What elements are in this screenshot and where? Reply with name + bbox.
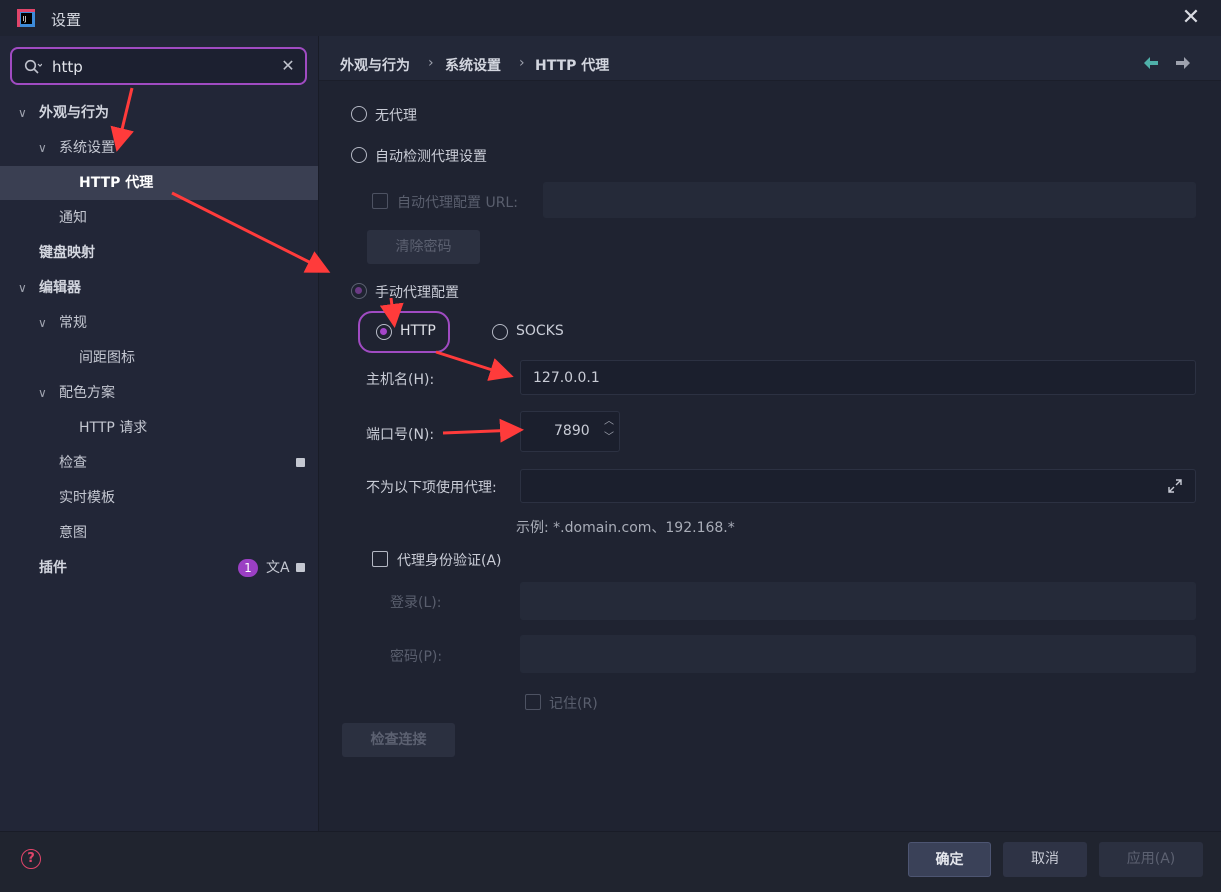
clear-password-button[interactable]: 清除密码 <box>367 230 480 264</box>
annotation-arrow <box>442 418 524 443</box>
search-input[interactable] <box>52 56 272 78</box>
sidebar-item-general[interactable]: ∨ 常规 <box>0 306 318 340</box>
search-icon <box>24 59 43 75</box>
sidebar-item-label: HTTP 请求 <box>79 420 148 436</box>
sidebar-item-http-request[interactable]: HTTP 请求 <box>0 411 318 445</box>
sidebar-item-label: 检查 <box>59 455 87 471</box>
socks-label[interactable]: SOCKS <box>516 323 564 339</box>
cancel-button[interactable]: 取消 <box>1003 842 1087 877</box>
sidebar-item-color-scheme[interactable]: ∨ 配色方案 <box>0 376 318 410</box>
socks-radio[interactable] <box>492 324 508 340</box>
login-label: 登录(L): <box>390 595 442 611</box>
breadcrumb-item[interactable]: 外观与行为 <box>340 55 410 75</box>
sidebar-item-notifications[interactable]: 通知 <box>0 201 318 235</box>
project-scope-icon <box>296 563 305 572</box>
password-input[interactable] <box>520 635 1196 673</box>
sidebar-item-intentions[interactable]: 意图 <box>0 516 318 550</box>
chevron-down-icon: ∨ <box>38 141 47 155</box>
project-scope-icon <box>296 458 305 467</box>
auto-detect-radio[interactable] <box>351 147 367 163</box>
chevron-down-icon: ∨ <box>18 281 27 295</box>
sidebar-item-label: 间距图标 <box>79 350 135 366</box>
breadcrumb-item: HTTP 代理 <box>535 58 610 74</box>
auto-config-url-input[interactable] <box>543 182 1196 218</box>
host-field[interactable] <box>520 360 1196 395</box>
port-stepper[interactable]: 7890 ︿ ﹀ <box>520 411 620 452</box>
chevron-down-icon: ∨ <box>18 106 27 120</box>
http-label[interactable]: HTTP <box>400 323 436 339</box>
sidebar-item-label: 插件 <box>39 560 67 576</box>
host-input[interactable] <box>533 361 1073 394</box>
svg-text:IJ: IJ <box>23 15 27 23</box>
sidebar-item-system-settings[interactable]: ∨ 系统设置 <box>0 131 318 165</box>
sidebar-item-inspections[interactable]: 检查 <box>0 446 318 480</box>
ok-button[interactable]: 确定 <box>908 842 991 877</box>
window-title: 设置 <box>51 11 82 29</box>
remember-checkbox[interactable] <box>525 694 541 710</box>
translate-icon: 文A <box>266 560 290 576</box>
sidebar-item-label: 系统设置 <box>59 140 115 156</box>
breadcrumb-item[interactable]: 系统设置 <box>445 55 501 75</box>
sidebar-item-gutter-icons[interactable]: 间距图标 <box>0 341 318 375</box>
sidebar-item-label: 常规 <box>59 315 87 331</box>
sidebar-item-http-proxy[interactable]: HTTP 代理 <box>0 166 318 200</box>
auto-config-url-checkbox[interactable] <box>372 193 388 209</box>
proxy-auth-checkbox[interactable] <box>372 551 388 567</box>
remember-label: 记住(R) <box>549 696 598 712</box>
chevron-up-icon[interactable]: ︿ <box>604 416 614 428</box>
sidebar-item-label: 实时模板 <box>59 490 115 506</box>
breadcrumb: 外观与行为 › 系统设置 › HTTP 代理 <box>319 36 1221 81</box>
sidebar-item-label: 外观与行为 <box>39 105 109 121</box>
manual-proxy-label[interactable]: 手动代理配置 <box>375 282 459 302</box>
forward-arrow-icon[interactable] <box>1175 55 1191 74</box>
sidebar-item-live-templates[interactable]: 实时模板 <box>0 481 318 515</box>
sidebar-item-label: 编辑器 <box>39 280 81 296</box>
help-icon[interactable]: ? <box>21 849 41 869</box>
chevron-down-icon: ∨ <box>38 316 47 330</box>
back-arrow-icon[interactable] <box>1143 55 1159 74</box>
chevron-down-icon[interactable]: ﹀ <box>604 432 614 444</box>
auto-detect-label[interactable]: 自动检测代理设置 <box>375 146 487 166</box>
sidebar-item-plugins[interactable]: 插件 1 文A <box>0 551 318 585</box>
breadcrumb-separator: › <box>519 55 525 71</box>
sidebar-item-label: 键盘映射 <box>39 245 95 261</box>
port-label: 端口号(N): <box>366 427 435 443</box>
password-label: 密码(P): <box>390 649 443 665</box>
proxy-auth-label[interactable]: 代理身份验证(A) <box>397 550 502 570</box>
no-proxy-label[interactable]: 无代理 <box>375 105 417 125</box>
search-box[interactable]: ✕ <box>10 47 307 85</box>
close-icon[interactable]: ✕ <box>1178 6 1204 30</box>
sidebar-item-keymap[interactable]: 键盘映射 <box>0 236 318 270</box>
sidebar-item-label: 配色方案 <box>59 385 115 401</box>
apply-button[interactable]: 应用(A) <box>1099 842 1203 877</box>
port-value[interactable]: 7890 <box>554 423 590 439</box>
app-logo-icon: IJ <box>16 8 36 28</box>
sidebar-item-label: 意图 <box>59 525 87 541</box>
plugin-update-badge: 1 <box>238 559 258 577</box>
chevron-down-icon: ∨ <box>38 386 47 400</box>
check-connection-button[interactable]: 检查连接 <box>342 723 455 757</box>
http-radio[interactable] <box>376 324 392 340</box>
clear-search-icon[interactable]: ✕ <box>280 57 296 75</box>
sidebar-item-label: 通知 <box>59 210 87 226</box>
sidebar-item-appearance[interactable]: ∨ 外观与行为 <box>0 96 318 130</box>
login-input[interactable] <box>520 582 1196 620</box>
title-bar <box>0 0 1221 36</box>
manual-proxy-radio[interactable] <box>351 283 367 299</box>
no-proxy-example: 示例: *.domain.com、192.168.* <box>516 520 735 536</box>
host-label: 主机名(H): <box>366 372 435 388</box>
no-proxy-for-label: 不为以下项使用代理: <box>366 480 497 496</box>
annotation-arrow <box>435 350 514 381</box>
sidebar-item-editor[interactable]: ∨ 编辑器 <box>0 271 318 305</box>
no-proxy-radio[interactable] <box>351 106 367 122</box>
auto-config-url-label: 自动代理配置 URL: <box>397 195 518 211</box>
expand-icon[interactable] <box>1167 478 1183 498</box>
no-proxy-for-field[interactable] <box>520 469 1196 503</box>
sidebar-item-label: HTTP 代理 <box>79 175 154 191</box>
breadcrumb-separator: › <box>428 55 434 71</box>
